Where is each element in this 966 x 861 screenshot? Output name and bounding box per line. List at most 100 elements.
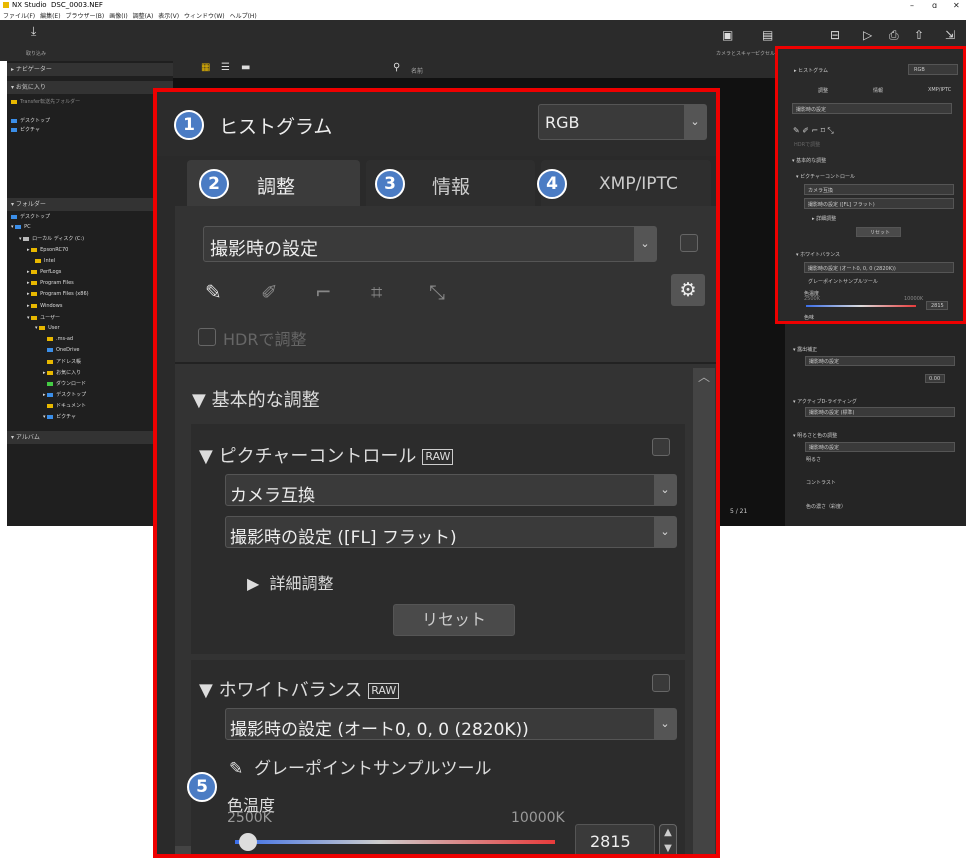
mini-reset-button[interactable]: リセット (856, 227, 901, 237)
slideshow-icon[interactable]: ▷ (863, 28, 872, 42)
folder-item[interactable]: ▾ User (35, 325, 60, 331)
folder-item[interactable]: ▾ ピクチャ (43, 413, 76, 420)
camera-scanner-icon[interactable]: ▣ (722, 28, 733, 42)
folder-item[interactable]: ▸ PerfLogs (27, 269, 61, 275)
menu-image[interactable]: 画像(I) (109, 11, 127, 20)
movie-icon[interactable]: ⊟ (830, 28, 840, 42)
temperature-slider[interactable] (235, 833, 555, 851)
callout-badge-2: 2 (199, 169, 229, 199)
folder-item[interactable]: ▾ PC (11, 224, 31, 230)
menu-edit[interactable]: 編集(E) (40, 11, 60, 20)
brightness-color-select[interactable]: 撮影時の設定 (805, 442, 955, 452)
white-balance-title[interactable]: ▼ ホワイトバランス RAW (199, 676, 400, 702)
mini-wb-select[interactable]: 撮影時の設定 (オート0, 0, 0 (2820K)) (804, 262, 954, 273)
histogram-mode-select[interactable]: RGB ⌄ (538, 104, 707, 140)
menu-window[interactable]: ウィンドウ(W) (184, 11, 225, 20)
favorite-item[interactable]: デスクトップ (11, 117, 50, 124)
gray-point-tool[interactable]: ✎ グレーポイントサンプルツール (229, 754, 492, 779)
close-button[interactable]: ✕ (953, 1, 960, 10)
gear-icon[interactable]: ⚙ (671, 274, 705, 306)
brightness-label: 明るさ (806, 457, 822, 463)
upload-icon[interactable]: ⇧ (914, 28, 924, 42)
folder-item[interactable]: ▸ Program Files (27, 280, 74, 286)
filter-icon[interactable]: ⚲ (393, 62, 400, 73)
mini-tab-adjust[interactable]: 調整 (818, 87, 828, 94)
picture-control-checkbox[interactable] (652, 438, 670, 456)
preset-checkbox[interactable] (680, 234, 698, 252)
adjust-controls-lower (805, 361, 965, 521)
folder-item[interactable]: ▾ ローカル ディスク (C:) (19, 235, 84, 242)
folder-item[interactable]: .ms-ad (47, 336, 73, 342)
white-balance-select[interactable]: 撮影時の設定 (オート0, 0, 0 (2820K)) ⌄ (225, 708, 677, 740)
picture-control-select[interactable]: カメラ互換 ⌄ (225, 474, 677, 506)
viewer-icon[interactable]: ▤ (762, 28, 773, 42)
mini-gray-tool[interactable]: グレーポイントサンプルツール (808, 278, 878, 285)
grid-view-icon[interactable]: ▦ (201, 62, 210, 73)
exposure-select[interactable]: 撮影時の設定 (805, 356, 955, 366)
collapse-left-icon[interactable]: ▶ (175, 846, 191, 854)
album-header[interactable]: ▾ アルバム (7, 431, 173, 444)
mini-temp-slider[interactable] (806, 305, 916, 307)
basic-section-title[interactable]: ▼ 基本的な調整 (192, 386, 320, 412)
minimize-button[interactable]: – (910, 1, 914, 10)
exposure-input[interactable]: 0.00 (925, 374, 945, 383)
adl-select[interactable]: 撮影時の設定 (標準) (805, 407, 955, 417)
folder-item[interactable]: OneDrive (47, 347, 80, 353)
temperature-input[interactable]: 2815 (575, 824, 655, 854)
retouch-icon[interactable]: ✐ (261, 280, 278, 304)
menu-help[interactable]: ヘルプ(H) (230, 11, 257, 20)
reset-button[interactable]: リセット (393, 604, 515, 636)
picture-control-preset-select[interactable]: 撮影時の設定 ([FL] フラット) ⌄ (225, 516, 677, 548)
import-icon[interactable]: ⤓ (31, 24, 36, 39)
mini-detail[interactable]: ▸ 詳細調整 (812, 215, 836, 222)
export-icon[interactable]: ⇲ (945, 28, 955, 42)
single-view-icon[interactable]: ▬ (241, 62, 250, 73)
favorites-header[interactable]: ▾ お気に入り (7, 81, 173, 94)
temperature-slider-thumb[interactable] (238, 833, 257, 851)
mini-preset-select[interactable]: 撮影時の設定 (792, 103, 952, 114)
folder-item[interactable]: ダウンロード (47, 380, 86, 387)
contrast-label: コントラスト (806, 480, 836, 486)
white-balance-checkbox[interactable] (652, 674, 670, 692)
folder-item[interactable]: Intel (35, 258, 55, 264)
folder-item[interactable]: ▸ Windows (27, 303, 62, 309)
favorite-item[interactable]: ピクチャ (11, 126, 40, 133)
mini-tab-info[interactable]: 情報 (873, 87, 883, 94)
menu-view[interactable]: 表示(V) (158, 11, 179, 20)
detail-adjust-toggle[interactable]: ▶ 詳細調整 (247, 570, 334, 594)
mini-histogram-mode[interactable]: RGB (908, 64, 958, 75)
vertical-scrollbar[interactable]: ︿ (693, 368, 715, 854)
mini-pc-select2[interactable]: 撮影時の設定 ([FL] フラット) (804, 198, 954, 209)
hdr-checkbox[interactable] (198, 328, 216, 346)
menu-file[interactable]: ファイル(F) (3, 11, 35, 20)
folder-item[interactable]: デスクトップ (11, 213, 50, 220)
chevron-down-icon: ⌄ (654, 475, 676, 505)
folder-item[interactable]: ▸ EpsonRC70 (27, 247, 68, 253)
perspective-icon[interactable]: ⤡ (429, 280, 445, 304)
print-icon[interactable]: ⎙ (889, 28, 899, 43)
favorite-item[interactable]: Transfer転送先フォルダー (11, 98, 80, 105)
folder-item[interactable]: ▸ デスクトップ (43, 391, 86, 398)
folders-header[interactable]: ▾ フォルダー (7, 198, 173, 211)
straighten-icon[interactable]: ⌐ (315, 280, 332, 304)
list-view-icon[interactable]: ☰ (221, 62, 230, 73)
preset-select[interactable]: 撮影時の設定 ⌄ (203, 226, 657, 262)
mini-pc-select1[interactable]: カメラ互換 (804, 184, 954, 195)
menu-browser[interactable]: ブラウザー(B) (65, 11, 104, 20)
folder-item[interactable]: アドレス帳 (47, 358, 81, 365)
menu-adjust[interactable]: 調整(A) (133, 11, 154, 20)
maximize-button[interactable]: ɑ (932, 1, 937, 10)
scroll-up-icon[interactable]: ︿ (698, 368, 710, 385)
folder-item[interactable]: ▸ Program Files (x86) (27, 291, 89, 297)
folder-item[interactable]: ▸ お気に入り (43, 369, 81, 376)
picture-control-title[interactable]: ▼ ピクチャーコントロール RAW (199, 442, 454, 468)
folder-item[interactable]: ▾ ユーザー (27, 314, 60, 321)
temperature-stepper[interactable]: ▲ ▼ (659, 824, 677, 854)
menu-bar: ファイル(F) 編集(E) ブラウザー(B) 画像(I) 調整(A) 表示(V)… (0, 10, 966, 20)
crop-icon[interactable]: ⌗ (371, 280, 382, 304)
mini-tab-xmp[interactable]: XMP/IPTC (928, 87, 951, 93)
mini-temp-input[interactable]: 2815 (926, 301, 948, 310)
folder-item[interactable]: ドキュメント (47, 402, 86, 409)
navigator-header[interactable]: ▸ ナビゲーター (7, 63, 173, 76)
eyedropper-icon[interactable]: ✎ (205, 280, 222, 304)
